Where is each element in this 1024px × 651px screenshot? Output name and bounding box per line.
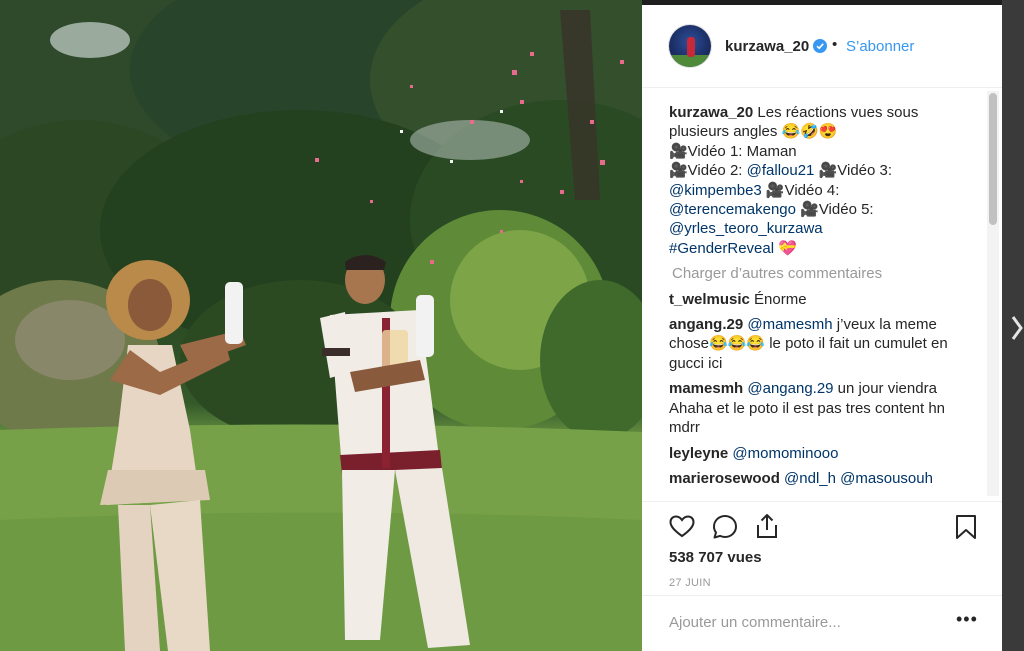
mention-link[interactable]: @yrles_teoro_kurzawa [669, 220, 823, 237]
mention-link[interactable]: @angang.29 [747, 380, 833, 397]
caption-line3-mid: 🎥Vidéo 3: [814, 162, 893, 180]
author-username[interactable]: kurzawa_20 [725, 38, 809, 55]
post-header: kurzawa_20 • S’abonner [642, 5, 1002, 88]
post-details-panel: kurzawa_20 • S’abonner kurzawa_20 Les ré… [642, 5, 1002, 651]
mention-link[interactable]: @masousouh [840, 470, 933, 487]
video-play-area[interactable] [0, 0, 642, 651]
post-caption: kurzawa_20 Les réactions vues sous plusi… [669, 103, 979, 258]
mention-link[interactable]: @mamesmh [747, 316, 832, 333]
caption-line4-mid: 🎥Vidéo 4: [761, 181, 840, 199]
bookmark-icon[interactable] [952, 513, 980, 541]
comment-username[interactable]: leyleyne [669, 445, 728, 462]
post-date[interactable]: 27 JUIN [669, 577, 711, 589]
next-arrow-icon[interactable] [1010, 312, 1024, 349]
view-count[interactable]: 538 707 vues [669, 549, 762, 566]
caption-line5-mid: 🎥Vidéo 5: [795, 201, 874, 219]
comment-input[interactable] [667, 608, 941, 636]
add-comment-bar: ••• [642, 595, 1002, 651]
comments-scrollbar[interactable] [987, 91, 999, 496]
hashtag-link[interactable]: #GenderReveal [669, 240, 774, 257]
avatar-figure [687, 37, 695, 57]
share-icon[interactable] [753, 512, 781, 540]
mention-link[interactable]: @momominooo [732, 445, 838, 462]
more-options-icon[interactable]: ••• [956, 610, 978, 628]
comment-item: leyleyne @momominooo [669, 444, 979, 463]
follow-button[interactable]: S’abonner [846, 38, 914, 55]
comment-username[interactable]: t_welmusic [669, 291, 750, 308]
comment-icon[interactable] [711, 513, 739, 541]
scrollbar-thumb[interactable] [989, 93, 997, 225]
comment-item: t_welmusic Énorme [669, 290, 979, 309]
comment-username[interactable]: marierosewood [669, 470, 780, 487]
comments-section[interactable]: kurzawa_20 Les réactions vues sous plusi… [642, 89, 1002, 501]
caption-username[interactable]: kurzawa_20 [669, 104, 753, 121]
separator-dot: • [832, 36, 838, 53]
comment-item: angang.29 @mamesmh j’veux la meme chose😂… [669, 315, 979, 373]
comment-username[interactable]: mamesmh [669, 380, 743, 397]
mention-link[interactable]: @terencemakengo [669, 201, 796, 218]
hashtag-emoji: 💝 [778, 239, 797, 257]
comment-item: mamesmh @angang.29 un jour viendra Ahaha… [669, 379, 979, 437]
mention-link[interactable]: @fallou21 [747, 162, 815, 179]
heart-icon[interactable] [668, 513, 696, 541]
comments-list: kurzawa_20 Les réactions vues sous plusi… [669, 103, 979, 494]
comment-text: Énorme [754, 290, 807, 308]
caption-line2: 🎥Vidéo 1: Maman [669, 142, 797, 160]
caption-line3-prefix: 🎥Vidéo 2: [669, 162, 747, 180]
comment-item: marierosewood @ndl_h @masousouh [669, 469, 979, 488]
profile-avatar[interactable] [669, 25, 711, 67]
mention-link[interactable]: @ndl_h [784, 470, 836, 487]
verified-badge-icon [813, 39, 827, 53]
comment-username[interactable]: angang.29 [669, 316, 743, 333]
load-more-comments-button[interactable]: Charger d’autres commentaires [669, 264, 979, 283]
mention-link[interactable]: @kimpembe3 [669, 182, 762, 199]
post-media-video[interactable] [0, 0, 642, 651]
